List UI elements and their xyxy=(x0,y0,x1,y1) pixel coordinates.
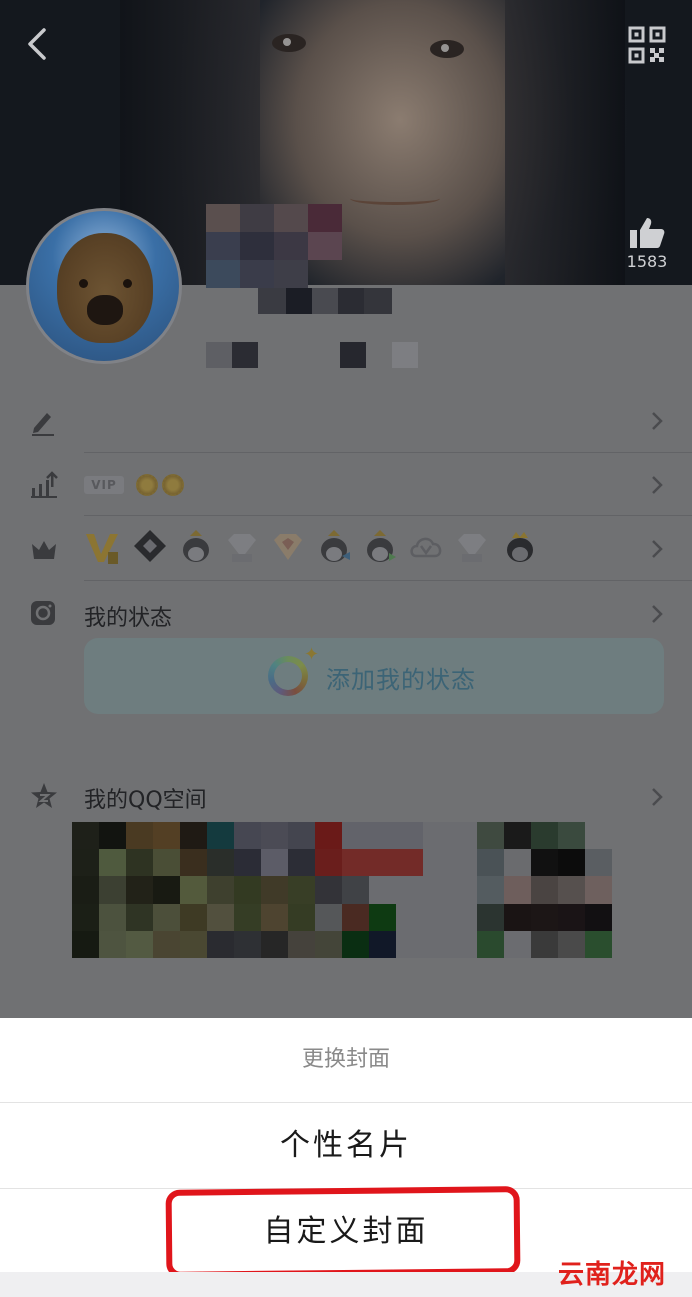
chevron-right-icon xyxy=(652,540,663,558)
crown-icon xyxy=(32,541,56,559)
black-diamond-badge-icon xyxy=(134,530,166,562)
sparkle-icon: ✦ xyxy=(304,644,320,665)
cloud-v-badge-icon xyxy=(410,537,442,558)
watermark-text: 云南龙网 xyxy=(558,1260,667,1290)
cover-photo-hair-right xyxy=(505,0,625,285)
qzone-star-icon xyxy=(31,783,57,808)
thumbs-up-icon[interactable] xyxy=(628,216,666,250)
row-edit-profile[interactable] xyxy=(0,392,692,452)
chevron-right-icon xyxy=(652,476,663,494)
penguin-green-badge-icon xyxy=(367,530,396,562)
privilege-badges xyxy=(84,528,644,568)
vip-badge: VIP xyxy=(84,476,124,494)
chevron-right-icon xyxy=(652,788,663,806)
penguin-badge-icon xyxy=(183,530,209,562)
diamond-lv1-badge-icon xyxy=(458,534,486,562)
red-highlight-annotation xyxy=(165,1186,521,1278)
censored-nickname xyxy=(206,204,376,288)
diamond-badge-icon xyxy=(274,534,302,560)
sun-level-icon xyxy=(136,474,158,496)
qr-code-icon[interactable] xyxy=(628,26,666,64)
chevron-right-icon xyxy=(652,605,663,623)
penguin-fish-badge-icon xyxy=(321,530,350,562)
avatar[interactable] xyxy=(26,208,182,364)
sun-level-icon xyxy=(162,474,184,496)
level-chart-icon xyxy=(31,471,58,498)
chevron-right-icon xyxy=(652,412,663,430)
my-status-label: 我的状态 xyxy=(84,606,173,631)
penguin-crown-badge-icon xyxy=(507,532,533,562)
qq-zone-label: 我的QQ空间 xyxy=(84,788,207,813)
like-count: 1583 xyxy=(626,252,668,271)
option-personal-card[interactable]: 个性名片 xyxy=(0,1103,692,1189)
pencil-icon xyxy=(32,413,54,436)
chevron-left-icon[interactable] xyxy=(24,26,56,62)
camera-icon xyxy=(31,601,55,625)
avatar-dog-face xyxy=(57,233,153,343)
cover-photo-eye-left xyxy=(272,34,306,52)
qzone-preview-photos xyxy=(72,822,612,958)
status-ring-icon xyxy=(268,656,308,696)
action-sheet-title: 更换封面 xyxy=(301,1047,390,1072)
cover-photo-eye-right xyxy=(430,40,464,58)
diamond-lv1-badge-icon xyxy=(228,534,256,562)
censored-info xyxy=(206,342,420,368)
censored-id xyxy=(258,288,392,314)
svip-v-badge-icon xyxy=(86,534,118,564)
add-status-label: 添加我的状态 xyxy=(326,666,476,694)
